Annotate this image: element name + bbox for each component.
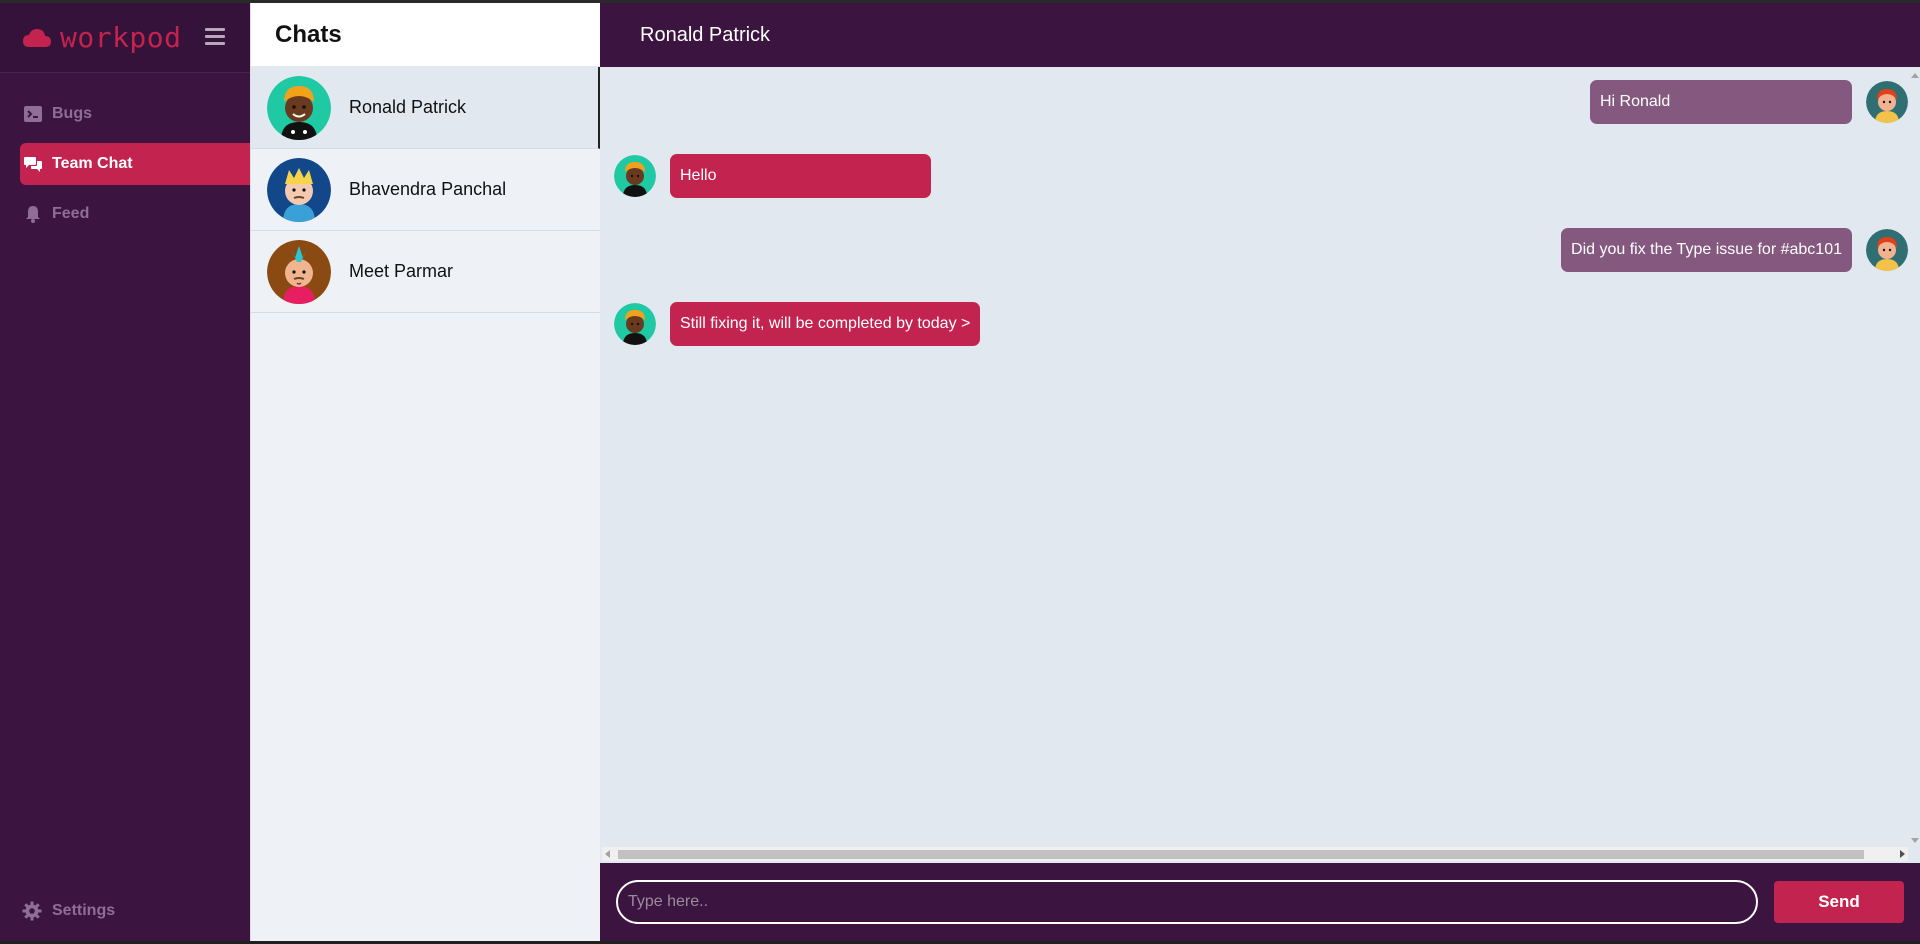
sidebar-nav: Bugs Team Chat Feed (0, 73, 250, 235)
avatar (267, 239, 331, 304)
brand-header: workpod (0, 3, 250, 73)
cloud-icon (23, 28, 51, 47)
contact-name: Ronald Patrick (349, 97, 467, 117)
horizontal-scrollbar[interactable] (602, 847, 1908, 861)
scroll-left-arrow-icon[interactable] (605, 850, 610, 858)
avatar (267, 157, 331, 222)
scroll-down-arrow-icon[interactable] (1911, 838, 1919, 843)
message-bubble-outgoing: Hi Ronald (1590, 80, 1852, 124)
send-button[interactable]: Send (1774, 881, 1904, 923)
gear-icon (22, 901, 42, 921)
scrollbar-thumb[interactable] (618, 850, 1864, 859)
scroll-right-arrow-icon[interactable] (1900, 850, 1905, 858)
message-row: Did you fix the Type issue for #abc101 (1561, 228, 1908, 272)
avatar (614, 303, 656, 345)
terminal-icon (24, 105, 42, 123)
sidebar-item-team-chat[interactable]: Team Chat (20, 143, 250, 185)
sidebar-item-label: Team Chat (52, 155, 133, 172)
message-row: Hi Ronald (1590, 80, 1908, 124)
contact-item-bhavendra-panchal[interactable]: Bhavendra Panchal (251, 149, 600, 231)
brand-name: workpod (60, 21, 182, 54)
contact-name: Bhavendra Panchal (349, 179, 507, 199)
message-bubble-incoming: Hello (670, 154, 931, 198)
sidebar-item-label: Feed (52, 205, 90, 222)
message-area[interactable]: Hi Ronald Hello Did you fix the Type iss… (600, 67, 1920, 863)
avatar (1866, 81, 1908, 123)
conversation-title: Ronald Patrick (640, 23, 771, 46)
app-window: workpod Bugs Team Chat Feed Settings Cha… (0, 3, 1920, 941)
chat-list-header: Chats (251, 3, 600, 67)
message-row: Hello (614, 154, 931, 198)
contact-item-meet-parmar[interactable]: Meet Parmar (251, 231, 600, 313)
contact-name: Meet Parmar (349, 261, 454, 281)
hamburger-menu-icon[interactable] (205, 28, 225, 46)
avatar (1866, 229, 1908, 271)
avatar (267, 75, 331, 140)
message-row: Still fixing it, will be completed by to… (614, 302, 981, 346)
sidebar-item-label: Bugs (52, 105, 92, 122)
message-composer: Send (600, 863, 1920, 941)
sidebar-item-bugs[interactable]: Bugs (20, 93, 250, 135)
message-input[interactable] (616, 880, 1758, 924)
message-bubble-incoming: Still fixing it, will be completed by to… (670, 302, 981, 346)
scroll-up-arrow-icon[interactable] (1911, 73, 1919, 78)
sidebar-item-feed[interactable]: Feed (20, 193, 250, 235)
sidebar: workpod Bugs Team Chat Feed Settings (0, 3, 250, 941)
conversation-header: Ronald Patrick (600, 3, 1920, 67)
vertical-scrollbar[interactable] (1908, 67, 1920, 847)
avatar (614, 155, 656, 197)
settings-label: Settings (52, 902, 116, 919)
chat-bubbles-icon (24, 155, 42, 173)
contact-item-ronald-patrick[interactable]: Ronald Patrick (251, 67, 600, 149)
settings-link[interactable]: Settings (22, 901, 115, 921)
conversation-panel: Ronald Patrick Hi Ronald Hello Did you f… (600, 3, 1920, 941)
message-bubble-outgoing: Did you fix the Type issue for #abc101 (1561, 228, 1852, 272)
chat-list-title: Chats (275, 20, 342, 48)
chat-list-panel: Chats Ronald Patrick Bhavendra Panchal M… (250, 3, 600, 941)
bell-icon (24, 205, 42, 223)
